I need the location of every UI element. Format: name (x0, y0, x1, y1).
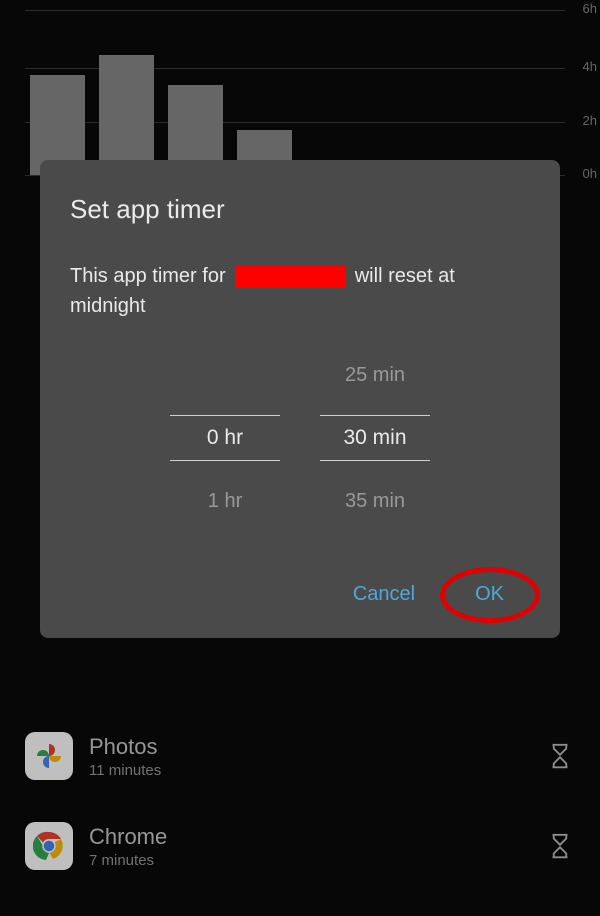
redacted-app-name (235, 266, 345, 288)
minute-selected[interactable]: 30 min (320, 415, 430, 461)
ok-label: OK (475, 583, 504, 605)
cancel-button[interactable]: Cancel (345, 575, 423, 614)
hour-selected[interactable]: 0 hr (170, 415, 280, 461)
modal-title: Set app timer (70, 194, 530, 225)
hour-next[interactable]: 1 hr (208, 487, 242, 515)
minute-next[interactable]: 35 min (345, 487, 405, 515)
app-timer-modal: Set app timer This app timer for will re… (40, 160, 560, 638)
modal-overlay: Set app timer This app timer for will re… (0, 0, 600, 916)
minute-picker[interactable]: 25 min 30 min 35 min (320, 361, 430, 515)
hour-picker[interactable]: 0 hr 1 hr (170, 361, 280, 515)
time-picker[interactable]: 0 hr 1 hr 25 min 30 min 35 min (70, 361, 530, 515)
desc-prefix: This app timer for (70, 265, 226, 287)
modal-description: This app timer for will reset at midnigh… (70, 261, 530, 321)
ok-button[interactable]: OK (467, 575, 512, 614)
modal-actions: Cancel OK (70, 575, 530, 614)
minute-prev[interactable]: 25 min (345, 361, 405, 389)
